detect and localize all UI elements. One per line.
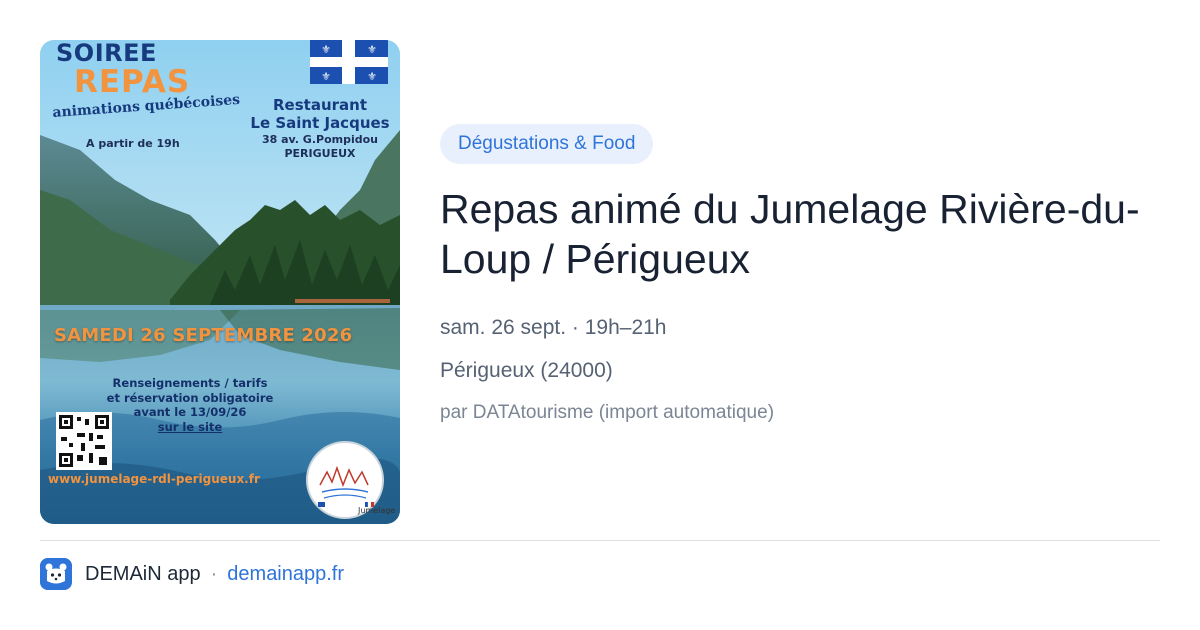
event-location: Périgueux (24000) [440, 359, 613, 382]
footer-separator: · [210, 562, 218, 585]
poster-start-time: A partir de 19h [86, 137, 180, 150]
poster-info-line2: et réservation obligatoire [106, 390, 274, 405]
poster-website: www.jumelage-rdl-perigueux.fr [48, 472, 260, 486]
poster-info-block: Renseignements / tarifs et réservation o… [90, 376, 290, 436]
poster-address: 38 av. G.Pompidou [261, 133, 379, 146]
event-poster[interactable]: ⚜ ⚜ ⚜ ⚜ SOIREE REPAS animations québécoi… [40, 40, 400, 524]
poster-city: PERIGUEUX [284, 147, 356, 160]
poster-title-line1: SOIREE [56, 40, 157, 67]
poster-info-line4: sur le site [157, 419, 223, 434]
svg-text:⚜: ⚜ [321, 43, 331, 56]
poster-date: SAMEDI 26 SEPTEMBRE 2026 [54, 325, 353, 346]
poster-badge-label: Jumelage [358, 506, 396, 515]
event-datetime: sam. 26 sept. · 19h–21h [440, 316, 667, 339]
event-source: par DATAtourisme (import automatique) [440, 402, 775, 423]
app-domain-link[interactable]: demainapp.fr [227, 563, 344, 586]
svg-text:⚜: ⚜ [321, 70, 331, 83]
svg-text:⚜: ⚜ [367, 43, 377, 56]
footer-divider [40, 540, 1160, 541]
app-name: DEMAiN app [85, 562, 201, 585]
poster-restaurant-label: Restaurant [273, 96, 367, 114]
footer: DEMAiN app · demainapp.fr [40, 558, 344, 590]
event-title[interactable]: Repas animé du Jumelage Rivière-du-Loup … [440, 184, 1180, 284]
category-tag[interactable]: Dégustations & Food [440, 124, 654, 164]
app-logo-icon [40, 558, 72, 590]
poster-info-line1: Renseignements / tarifs [112, 376, 268, 390]
poster-info-line3: avant le 13/09/26 [133, 405, 247, 419]
poster-restaurant-name: Le Saint Jacques [250, 114, 390, 132]
poster-restaurant-block: Restaurant Le Saint Jacques 38 av. G.Pom… [240, 98, 400, 162]
svg-text:⚜: ⚜ [367, 70, 377, 83]
event-share-card: ⚜ ⚜ ⚜ ⚜ SOIREE REPAS animations québécoi… [0, 0, 1200, 630]
poster-title-line2: REPAS [74, 64, 191, 100]
